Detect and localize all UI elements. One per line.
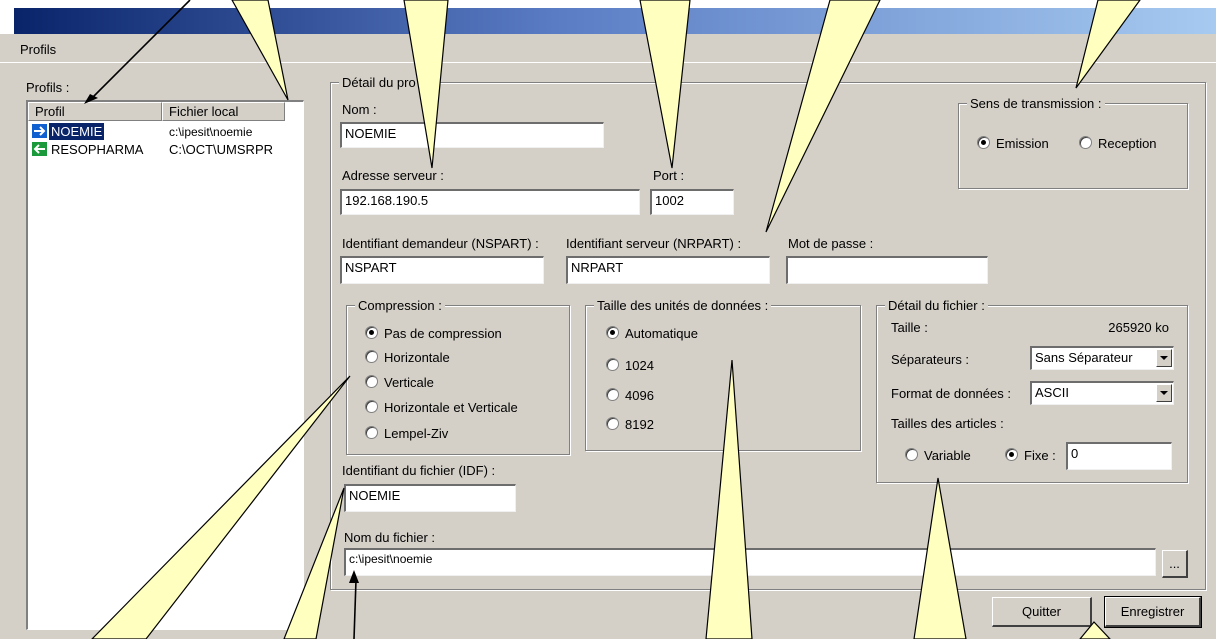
callout-arrow-line: [89, 0, 191, 101]
callout-pointer: [231, 0, 289, 101]
callout-pointer: [765, 0, 881, 233]
callout-pointer: [913, 477, 967, 639]
callout-arrow-line: [353, 579, 357, 639]
callout-pointer: [283, 487, 345, 639]
callout-arrow-head: [84, 94, 98, 104]
callout-pointer: [705, 359, 753, 639]
callout-pointer: [1079, 621, 1111, 639]
callout-arrow-head: [349, 570, 359, 583]
callout-overlay: [84, 0, 1141, 639]
callout-pointer: [1075, 0, 1141, 89]
callout-pointer: [639, 0, 691, 169]
callout-pointer: [403, 0, 449, 169]
